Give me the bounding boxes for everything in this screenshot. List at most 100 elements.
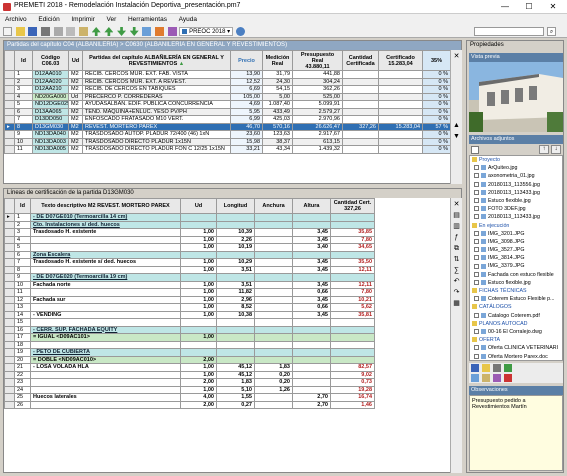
line-cell-longitud[interactable]: [216, 340, 255, 349]
cell-certificado[interactable]: [378, 115, 423, 124]
col-altura[interactable]: Altura: [292, 198, 331, 214]
save-icon[interactable]: [28, 27, 38, 36]
cell-partida[interactable]: TEND. MÁQUINA+ENLUC. YESO PV/PH: [82, 107, 231, 116]
attachment-folder[interactable]: FICHAS TÉCNICAS: [470, 287, 562, 295]
open-attachment-icon[interactable]: [482, 364, 490, 372]
line-cell-texto[interactable]: Zona Escalera: [30, 250, 181, 259]
chapter-item-row[interactable]: 11 ND13DA005 M2 TRASDOSADO DIRECTO PLADUR F…: [4, 145, 450, 154]
line-cell-cantidad[interactable]: [330, 213, 375, 222]
col-certificado[interactable]: Certificado 15.283,04: [378, 50, 423, 71]
line-cell-id[interactable]: 2: [14, 220, 31, 229]
attachment-checkbox[interactable]: [474, 198, 479, 204]
cell-cantidad[interactable]: [342, 137, 379, 146]
line-cell-longitud[interactable]: 45,12: [216, 363, 255, 372]
cell-cantidad[interactable]: [342, 145, 379, 154]
row-indicator[interactable]: [4, 130, 15, 139]
col-line-id[interactable]: Id: [14, 198, 31, 214]
line-cell-altura[interactable]: [292, 318, 331, 327]
cell-codigo[interactable]: D13AA065: [32, 107, 69, 116]
cell-precio[interactable]: 46,70: [230, 122, 263, 131]
line-cell-cantidad[interactable]: 16,74: [330, 393, 375, 402]
line-cell-altura[interactable]: [292, 333, 331, 342]
line-cell-altura[interactable]: 3,45: [292, 265, 331, 274]
line-cell-ud[interactable]: 2,00: [180, 400, 217, 409]
line-cell-texto[interactable]: Fachada sur: [30, 295, 181, 304]
line-cell-ud[interactable]: 1,00: [180, 265, 217, 274]
cell-pct[interactable]: 0 %: [422, 137, 450, 146]
line-cell-anchura[interactable]: [254, 348, 293, 357]
line-cell-altura[interactable]: [292, 370, 331, 379]
certification-line-row[interactable]: 12 Fachada sur 1,00 2,96 3,45 10,21: [4, 295, 451, 304]
cell-medicion[interactable]: 24,30: [262, 77, 293, 86]
line-indicator[interactable]: [4, 378, 15, 387]
line-indicator[interactable]: [4, 250, 15, 259]
line-cell-id[interactable]: 26: [14, 400, 31, 409]
line-cell-cantidad[interactable]: [330, 355, 375, 364]
col-precio[interactable]: Precio: [230, 50, 263, 71]
cell-precio[interactable]: 13,90: [230, 70, 263, 79]
line-cell-anchura[interactable]: [254, 243, 293, 252]
line-cell-id[interactable]: 21: [14, 363, 31, 372]
menu-ayuda[interactable]: Ayuda: [174, 14, 202, 25]
line-cell-longitud[interactable]: 45,12: [216, 370, 255, 379]
col-codigo[interactable]: Código C06.03: [32, 50, 69, 71]
cell-cantidad[interactable]: [342, 107, 379, 116]
new-icon[interactable]: [3, 27, 12, 36]
line-cell-anchura[interactable]: [254, 235, 293, 244]
row-indicator[interactable]: [4, 77, 15, 86]
line-cell-anchura[interactable]: [254, 333, 293, 342]
observations-text[interactable]: Presupuesto pedido a Revestimientos Mart…: [469, 395, 563, 471]
cell-ud[interactable]: M2: [68, 70, 83, 79]
attachment-checkbox[interactable]: [474, 345, 479, 351]
line-cell-altura[interactable]: [292, 355, 331, 364]
menu-ver[interactable]: Ver: [102, 14, 122, 25]
line-cell-altura[interactable]: [292, 348, 331, 357]
attachment-folder[interactable]: OFERTA: [470, 336, 562, 344]
cell-id[interactable]: 5: [14, 100, 33, 109]
cell-partida[interactable]: PRECERCO P. CORREDERAS: [82, 92, 231, 101]
chapter-item-row[interactable]: 2 D12AA020 M2 RECIB. CERCOS MUR. EXT. A REV…: [4, 77, 450, 86]
col-cantidad[interactable]: Cantidad Certificada: [342, 50, 379, 71]
menu-herramientas[interactable]: Herramientas: [123, 14, 172, 25]
line-cell-altura[interactable]: 3,45: [292, 295, 331, 304]
line-cell-id[interactable]: 13: [14, 303, 31, 312]
cell-medicion[interactable]: 5,00: [262, 92, 293, 101]
arrow-up-first-icon[interactable]: [91, 27, 101, 36]
cell-partida[interactable]: RECIB. CERCOS MUR. EXT. A REVEST.: [82, 77, 231, 86]
certification-line-row[interactable]: 24 1,00 5,10 1,26 19,28: [4, 385, 451, 394]
attachment-checkbox[interactable]: [474, 296, 479, 302]
line-indicator[interactable]: [4, 355, 15, 364]
line-cell-cantidad[interactable]: 35,81: [330, 310, 375, 319]
line-indicator[interactable]: [4, 273, 15, 282]
line-cell-texto[interactable]: Trasdosado H. existente: [30, 228, 181, 237]
line-cell-id[interactable]: 7: [14, 258, 31, 267]
certification-line-row[interactable]: 2 Cto. Instalaciones s/ ded. huecos: [4, 220, 451, 229]
line-cell-texto[interactable]: - PETO DE CUBIERTA: [30, 348, 181, 357]
chapter-item-row[interactable]: ▸ 8 D13GM030 M2 REVEST. MORTERO PAREX 46,70 57…: [4, 122, 450, 131]
col-pct[interactable]: 35%: [422, 50, 450, 71]
cell-certificado[interactable]: 15.283,04: [378, 122, 423, 131]
line-indicator[interactable]: [4, 325, 15, 334]
line-cell-longitud[interactable]: [216, 220, 255, 229]
line-cell-altura[interactable]: 3,45: [292, 235, 331, 244]
line-cell-id[interactable]: 5: [14, 243, 31, 252]
cell-precio[interactable]: 12,52: [230, 77, 263, 86]
line-cell-longitud[interactable]: 10,38: [216, 310, 255, 319]
line-cell-ud[interactable]: 1,00: [180, 243, 217, 252]
line-cell-anchura[interactable]: 0,20: [254, 378, 293, 387]
certification-line-row[interactable]: 18: [4, 340, 451, 349]
attachment-file[interactable]: IMG_3379.JPG: [470, 262, 562, 270]
cell-presupuesto[interactable]: 5.099,91: [292, 100, 343, 109]
line-cell-texto[interactable]: [30, 340, 181, 349]
line-cell-id[interactable]: 4: [14, 235, 31, 244]
attachment-file[interactable]: Estuco flexible.jpg: [470, 197, 562, 205]
line-cell-ud[interactable]: 1,00: [180, 385, 217, 394]
menu-imprimir[interactable]: Imprimir: [66, 14, 99, 25]
cell-codigo[interactable]: ND13DA003: [32, 137, 69, 146]
calculate-icon[interactable]: ∑: [452, 266, 461, 275]
line-cell-longitud[interactable]: 3,51: [216, 265, 255, 274]
col-presupuesto[interactable]: Presupuesto Real 43.880,11: [292, 50, 343, 71]
attachment-folder[interactable]: PLANOS AUTOCAD: [470, 320, 562, 328]
certification-line-row[interactable]: 19- PETO DE CUBIERTA: [4, 348, 451, 357]
close-panel-icon[interactable]: ✕: [452, 52, 461, 61]
